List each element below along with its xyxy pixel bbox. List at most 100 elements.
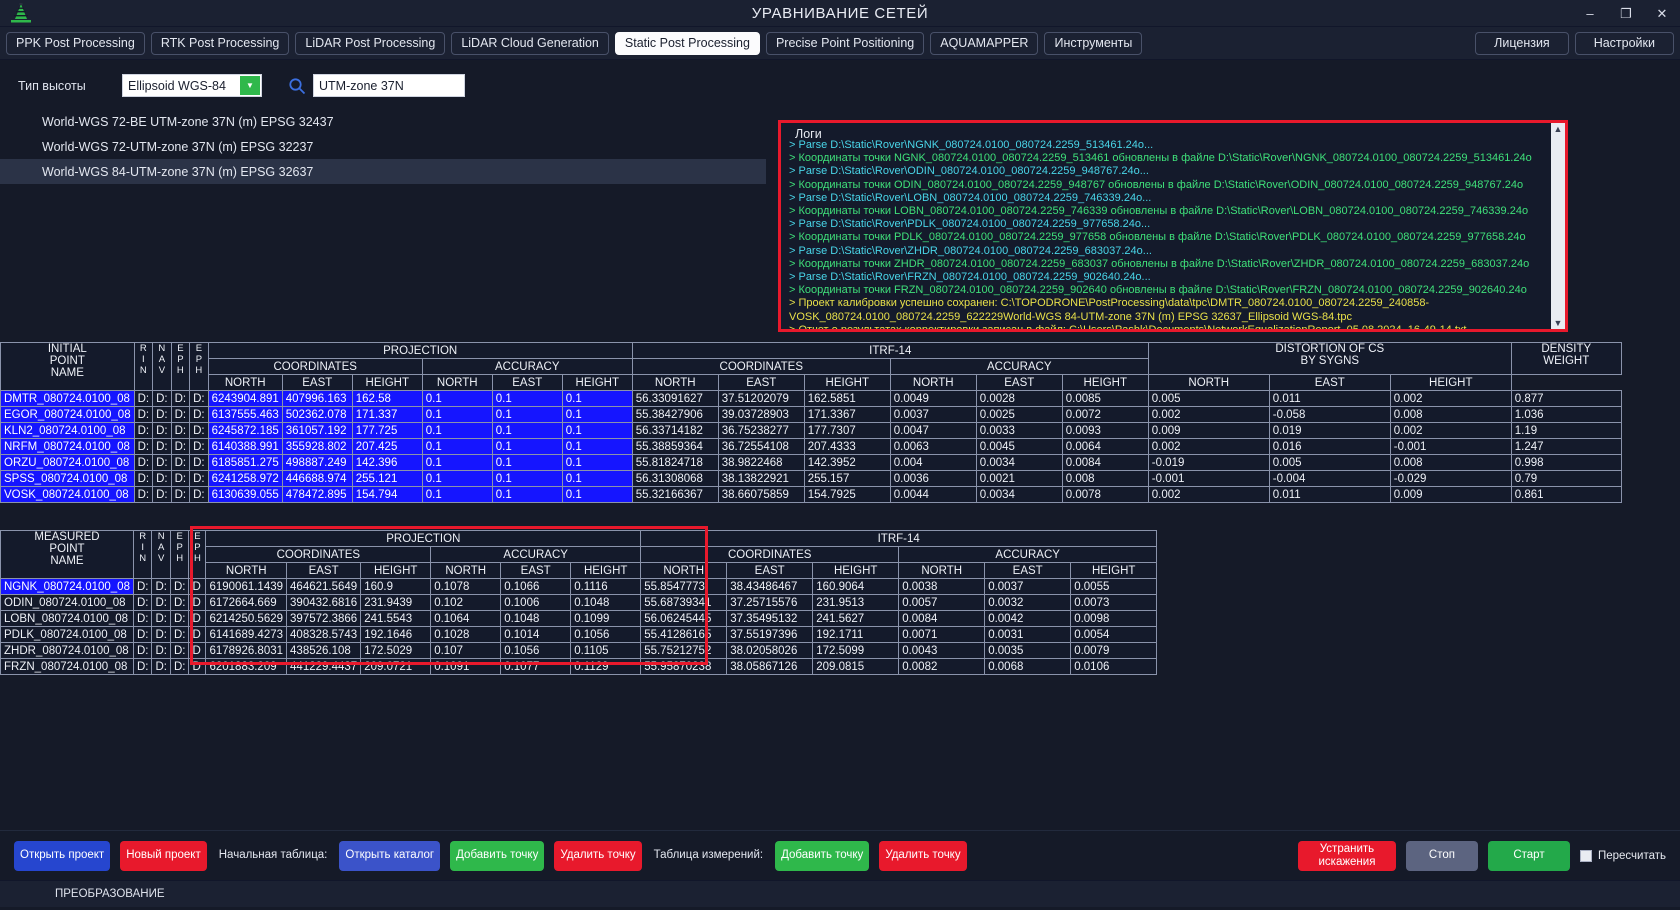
data-cell[interactable]: 38.66075859 bbox=[717, 486, 805, 503]
data-cell[interactable]: 6190061.1439 bbox=[205, 578, 288, 595]
data-cell[interactable]: 0.1056 bbox=[570, 626, 642, 643]
flag-cell[interactable]: D: bbox=[132, 642, 153, 659]
data-cell[interactable]: 0.1048 bbox=[500, 610, 572, 627]
data-cell[interactable]: 0.1077 bbox=[500, 658, 572, 675]
data-cell[interactable]: -0.001 bbox=[1147, 470, 1270, 487]
flag-cell[interactable]: D: bbox=[189, 438, 209, 455]
add-point-initial-button[interactable]: Добавить точку bbox=[450, 840, 545, 871]
flag-cell[interactable]: D: bbox=[133, 470, 154, 487]
flag-cell[interactable]: D: bbox=[133, 454, 154, 471]
data-cell[interactable]: 0.0042 bbox=[984, 610, 1072, 627]
maximize-button[interactable]: ❐ bbox=[1608, 0, 1644, 27]
data-cell[interactable]: 0.019 bbox=[1268, 422, 1391, 439]
data-cell[interactable]: 0.0082 bbox=[898, 658, 986, 675]
data-cell[interactable]: 0.79 bbox=[1510, 470, 1622, 487]
data-cell[interactable]: 0.0049 bbox=[889, 390, 977, 407]
data-cell[interactable]: 0.004 bbox=[889, 454, 977, 471]
table-row[interactable]: NGNK_080724.0100_08 D: D: D: D 6190061.1439 46… bbox=[0, 578, 1158, 595]
data-cell[interactable]: 6140388.991 bbox=[207, 438, 283, 455]
open-project-button[interactable]: Открыть проект bbox=[14, 840, 111, 871]
data-cell[interactable]: 0.1 bbox=[491, 406, 563, 423]
flag-cell[interactable]: D: bbox=[169, 610, 190, 627]
data-cell[interactable]: 37.55197396 bbox=[726, 626, 814, 643]
recalculate-checkbox-wrapper[interactable]: Пересчитать bbox=[1579, 849, 1666, 862]
data-cell[interactable]: 0.1091 bbox=[430, 658, 502, 675]
flag-cell[interactable]: D: bbox=[132, 594, 153, 611]
data-cell[interactable]: 0.1066 bbox=[500, 578, 572, 595]
flag-cell[interactable]: D: bbox=[170, 454, 191, 471]
flag-cell[interactable]: D bbox=[188, 594, 207, 611]
data-cell[interactable]: 0.1048 bbox=[570, 594, 642, 611]
data-cell[interactable]: 0.0084 bbox=[1061, 454, 1149, 471]
close-button[interactable]: ✕ bbox=[1644, 0, 1680, 27]
flag-cell[interactable]: D: bbox=[151, 642, 171, 659]
data-cell[interactable]: 55.32166367 bbox=[631, 486, 719, 503]
coordinate-system-item[interactable]: World-WGS 72-BE UTM-zone 37N (m) EPSG 32… bbox=[0, 109, 766, 134]
point-name-cell[interactable]: ODIN_080724.0100_08 bbox=[0, 594, 134, 611]
data-cell[interactable]: 55.95870238 bbox=[640, 658, 728, 675]
table-row[interactable]: FRZN_080724.0100_08 D: D: D: D 6201883.209 441… bbox=[0, 658, 1158, 675]
data-cell[interactable]: 1.036 bbox=[1510, 406, 1622, 423]
data-cell[interactable]: 0.1129 bbox=[570, 658, 642, 675]
data-cell[interactable]: 55.38859364 bbox=[631, 438, 719, 455]
data-cell[interactable]: 171.3367 bbox=[803, 406, 891, 423]
data-cell[interactable]: 0.0072 bbox=[1061, 406, 1149, 423]
flag-cell[interactable]: D: bbox=[189, 390, 209, 407]
data-cell[interactable]: 0.0028 bbox=[975, 390, 1063, 407]
data-cell[interactable]: 177.725 bbox=[351, 422, 423, 439]
data-cell[interactable]: 192.1646 bbox=[360, 626, 432, 643]
data-cell[interactable]: 0.002 bbox=[1147, 486, 1270, 503]
point-name-cell[interactable]: NGNK_080724.0100_08 bbox=[0, 578, 134, 595]
flag-cell[interactable]: D: bbox=[152, 406, 172, 423]
data-cell[interactable]: 162.58 bbox=[351, 390, 423, 407]
data-cell[interactable]: 464621.5649 bbox=[286, 578, 362, 595]
data-cell[interactable]: 6243904.891 bbox=[207, 390, 283, 407]
data-cell[interactable]: 162.5851 bbox=[803, 390, 891, 407]
point-name-cell[interactable]: EGOR_080724.0100_08 bbox=[0, 406, 135, 423]
data-cell[interactable]: 6172664.669 bbox=[205, 594, 288, 611]
data-cell[interactable]: 0.1064 bbox=[430, 610, 502, 627]
data-cell[interactable]: 37.35495132 bbox=[726, 610, 814, 627]
data-cell[interactable]: 0.1 bbox=[421, 470, 493, 487]
flag-cell[interactable]: D: bbox=[170, 390, 191, 407]
flag-cell[interactable]: D: bbox=[169, 578, 190, 595]
coordinate-system-item[interactable]: World-WGS 84-UTM-zone 37N (m) EPSG 32637 bbox=[0, 159, 766, 184]
flag-cell[interactable]: D: bbox=[132, 610, 153, 627]
table-row[interactable]: DMTR_080724.0100_08 D: D: D: D: 6243904.891 40… bbox=[0, 390, 1622, 407]
data-cell[interactable]: 6214250.5629 bbox=[205, 610, 288, 627]
data-cell[interactable]: 6130639.055 bbox=[207, 486, 283, 503]
data-cell[interactable]: 55.81824718 bbox=[631, 454, 719, 471]
flag-cell[interactable]: D: bbox=[133, 438, 154, 455]
tab-precise-point-positioning[interactable]: Precise Point Positioning bbox=[765, 31, 925, 55]
data-cell[interactable]: 36.72554108 bbox=[717, 438, 805, 455]
data-cell[interactable]: 6185851.275 bbox=[207, 454, 283, 471]
data-cell[interactable]: -0.004 bbox=[1268, 470, 1391, 487]
data-cell[interactable]: 0.005 bbox=[1268, 454, 1391, 471]
data-cell[interactable]: 0.0034 bbox=[975, 486, 1063, 503]
flag-cell[interactable]: D: bbox=[152, 390, 172, 407]
data-cell[interactable]: 37.51202079 bbox=[717, 390, 805, 407]
flag-cell[interactable]: D: bbox=[170, 438, 191, 455]
data-cell[interactable]: 38.05867126 bbox=[726, 658, 814, 675]
data-cell[interactable]: 209.0815 bbox=[812, 658, 900, 675]
flag-cell[interactable]: D: bbox=[151, 594, 171, 611]
tab-right-1[interactable]: Настройки bbox=[1574, 31, 1674, 55]
data-cell[interactable]: 1.19 bbox=[1510, 422, 1622, 439]
data-cell[interactable]: 38.13822921 bbox=[717, 470, 805, 487]
data-cell[interactable]: 0.1 bbox=[491, 486, 563, 503]
data-cell[interactable]: 172.5099 bbox=[812, 642, 900, 659]
data-cell[interactable]: 192.1711 bbox=[812, 626, 900, 643]
table-row[interactable]: VOSK_080724.0100_08 D: D: D: D: 6130639.055 47… bbox=[0, 486, 1622, 503]
height-type-combobox[interactable]: Ellipsoid WGS-84 ▼ bbox=[122, 74, 262, 97]
scroll-up-icon[interactable]: ▲ bbox=[1554, 123, 1563, 135]
flag-cell[interactable]: D: bbox=[189, 470, 209, 487]
data-cell[interactable]: 0.1 bbox=[421, 454, 493, 471]
flag-cell[interactable]: D: bbox=[132, 578, 153, 595]
tab-right-0[interactable]: Лицензия bbox=[1475, 31, 1569, 55]
data-cell[interactable]: 38.02058026 bbox=[726, 642, 814, 659]
data-cell[interactable]: 55.38427906 bbox=[631, 406, 719, 423]
data-cell[interactable]: 0.0025 bbox=[975, 406, 1063, 423]
flag-cell[interactable]: D: bbox=[152, 438, 172, 455]
data-cell[interactable]: 0.1 bbox=[421, 422, 493, 439]
tab-ppk-post-processing[interactable]: PPK Post Processing bbox=[6, 31, 145, 55]
